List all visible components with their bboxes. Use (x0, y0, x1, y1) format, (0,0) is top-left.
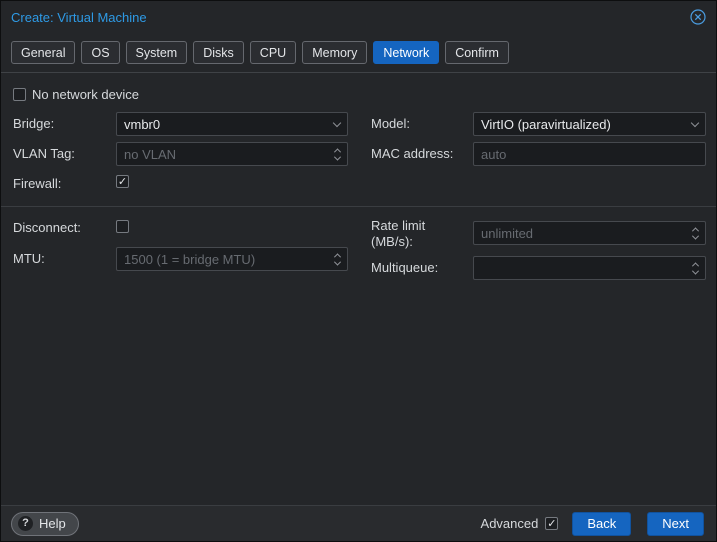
advanced-checkbox[interactable] (545, 517, 558, 530)
spinner-down-icon[interactable] (691, 232, 698, 239)
rate-limit-label: Rate limit (MB/s): (371, 218, 467, 250)
model-input[interactable] (474, 113, 685, 135)
spinner-icons[interactable] (685, 257, 705, 279)
tab-system[interactable]: System (126, 41, 188, 64)
no-network-device-label: No network device (32, 87, 139, 102)
dialog-title: Create: Virtual Machine (11, 10, 147, 25)
mac-address-field[interactable] (473, 142, 706, 166)
rate-limit-input[interactable] (474, 222, 685, 244)
multiqueue-spinner[interactable] (473, 256, 706, 280)
mac-address-label: MAC address: (371, 146, 453, 162)
disconnect-checkbox[interactable] (116, 220, 129, 233)
footer-actions: Advanced Back Next (481, 512, 704, 536)
spinner-icons[interactable] (327, 248, 347, 270)
spinner-icons[interactable] (327, 143, 347, 165)
footer: ? Help Advanced Back Next (1, 505, 716, 541)
mac-address-input[interactable] (474, 143, 705, 165)
vlan-tag-input[interactable] (117, 143, 327, 165)
help-button[interactable]: ? Help (11, 512, 79, 536)
multiqueue-input[interactable] (474, 257, 685, 279)
tabbar-separator (1, 72, 716, 73)
tab-os[interactable]: OS (81, 41, 119, 64)
mtu-spinner[interactable] (116, 247, 348, 271)
advanced-label: Advanced (481, 516, 539, 532)
multiqueue-label: Multiqueue: (371, 260, 438, 276)
spinner-down-icon[interactable] (691, 267, 698, 274)
bridge-combobox[interactable] (116, 112, 348, 136)
chevron-down-icon[interactable] (327, 113, 347, 135)
spinner-icons[interactable] (685, 222, 705, 244)
spinner-down-icon[interactable] (333, 258, 340, 265)
no-network-device-row: No network device (13, 87, 139, 102)
firewall-checkbox[interactable] (116, 175, 129, 188)
question-icon: ? (18, 516, 33, 531)
vlan-tag-label: VLAN Tag: (13, 146, 75, 162)
disconnect-label: Disconnect: (13, 220, 81, 236)
mtu-input[interactable] (117, 248, 327, 270)
tab-disks[interactable]: Disks (193, 41, 244, 64)
help-label: Help (39, 516, 66, 531)
tab-network[interactable]: Network (373, 41, 439, 64)
rate-limit-spinner[interactable] (473, 221, 706, 245)
vlan-tag-spinner[interactable] (116, 142, 348, 166)
no-network-device-checkbox[interactable] (13, 88, 26, 101)
tab-general[interactable]: General (11, 41, 75, 64)
bridge-input[interactable] (117, 113, 327, 135)
chevron-down-icon[interactable] (685, 113, 705, 135)
create-vm-window: Create: Virtual Machine General OS Syste… (0, 0, 717, 542)
bridge-label: Bridge: (13, 116, 54, 132)
next-button[interactable]: Next (647, 512, 704, 536)
section-divider (1, 206, 716, 207)
titlebar: Create: Virtual Machine (1, 1, 716, 33)
tab-cpu[interactable]: CPU (250, 41, 296, 64)
tab-confirm[interactable]: Confirm (445, 41, 509, 64)
model-combobox[interactable] (473, 112, 706, 136)
tab-bar: General OS System Disks CPU Memory Netwo… (11, 41, 509, 64)
mtu-label: MTU: (13, 251, 45, 267)
model-label: Model: (371, 116, 410, 132)
tab-memory[interactable]: Memory (302, 41, 367, 64)
firewall-label: Firewall: (13, 176, 61, 192)
close-icon[interactable] (690, 9, 706, 25)
spinner-down-icon[interactable] (333, 153, 340, 160)
back-button[interactable]: Back (572, 512, 631, 536)
